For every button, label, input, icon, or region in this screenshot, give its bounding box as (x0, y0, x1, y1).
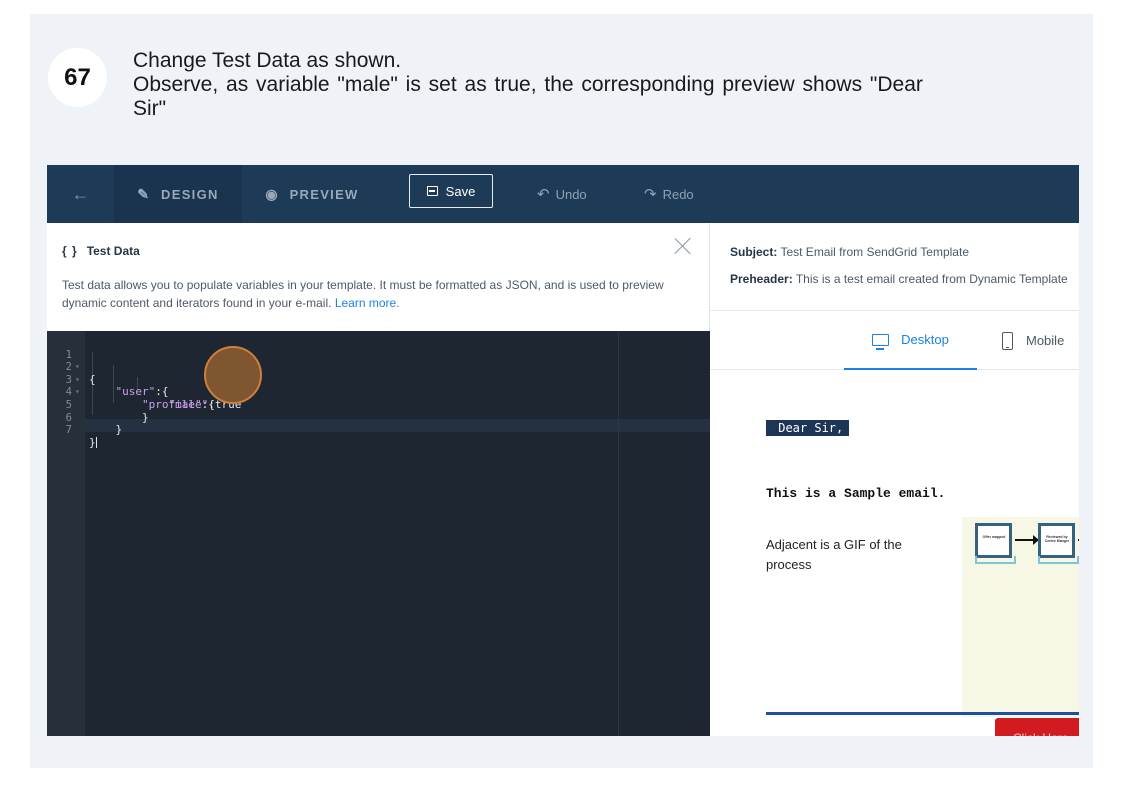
redo-button[interactable]: ↷ Redo (644, 165, 694, 223)
tab-mobile[interactable]: Mobile (1002, 311, 1064, 370)
line-number: 7 (65, 424, 72, 437)
flow-box: Offer mapped (975, 523, 1016, 564)
back-button[interactable]: ← (47, 165, 114, 223)
template-editor-app: ← ✎ DESIGN ◉ PREVIEW Save ↶ Undo ↷ Redo … (47, 165, 1079, 736)
back-arrow-icon: ← (71, 183, 90, 204)
tab-design-label: DESIGN (161, 186, 219, 202)
code-lines: 1 ▾ { 2 ▾ "user":{ 3 ▾ "profile":{ 4 "ma… (47, 336, 710, 449)
undo-icon: ↶ (537, 186, 550, 203)
subject-label: Subject: (730, 245, 778, 259)
save-icon (426, 186, 438, 196)
flow-box: Reviewed by Centre Manger (1038, 523, 1079, 564)
step-instructions: Change Test Data as shown. Observe, as v… (133, 49, 1078, 121)
phone-icon (1002, 331, 1013, 350)
code-line: 6 } (47, 399, 710, 436)
undo-label: Undo (555, 186, 587, 202)
code-line: 2 ▾ "user":{ (47, 349, 710, 398)
flow-arrow-icon (1078, 539, 1079, 541)
greeting-text: Dear Sir, (766, 420, 850, 436)
test-data-header: { } Test Data Test data allows you to pop… (47, 223, 710, 331)
email-preview-body: Dear Sir, This is a Sample email. Adjace… (710, 371, 1079, 736)
preview-device-tabs: Desktop Mobile (710, 310, 1079, 370)
test-data-title: { } Test Data (62, 244, 140, 258)
tab-desktop[interactable]: Desktop (844, 311, 977, 370)
text-cursor (95, 437, 97, 449)
monitor-icon (872, 333, 890, 350)
test-data-panel: { } Test Data Test data allows you to pop… (47, 223, 710, 736)
learn-more-link[interactable]: Learn more. (335, 296, 400, 310)
process-gif-image: Offer mapped Reviewed by Centre Manger (962, 517, 1079, 717)
save-button[interactable]: Save (409, 174, 493, 208)
preheader-value: This is a test email created from Dynami… (795, 272, 1068, 286)
step-instruction-line: Sir" (133, 97, 167, 120)
flow-box-label: Offer mapped (982, 535, 1006, 539)
editor-toolbar: ← ✎ DESIGN ◉ PREVIEW Save ↶ Undo ↷ Redo (47, 165, 1079, 223)
test-data-description: Test data allows you to populate variabl… (62, 276, 702, 312)
code-line: 4 "male":true (47, 374, 710, 410)
undo-button[interactable]: ↶ Undo (537, 165, 587, 223)
eye-icon: ◉ (265, 185, 278, 202)
step-number-badge: 67 (48, 48, 107, 107)
code-line: 3 ▾ "profile":{ (47, 361, 710, 411)
save-button-label: Save (445, 183, 476, 199)
code-line: 1 ▾ { (47, 336, 710, 386)
step-instruction-line: Observe, as variable "male" is set as tr… (133, 73, 923, 96)
flow-arrow-icon (1015, 535, 1039, 545)
code-text: } (89, 435, 97, 450)
tab-preview[interactable]: ◉ PREVIEW (242, 165, 382, 223)
tab-mobile-label: Mobile (1026, 333, 1065, 348)
sample-heading: This is a Sample email. (766, 486, 946, 501)
click-here-button[interactable]: Click Here (995, 718, 1079, 736)
email-preview-panel: Subject: Test Email from SendGrid Templa… (710, 223, 1079, 736)
tab-design[interactable]: ✎ DESIGN (114, 165, 242, 223)
redo-label: Redo (662, 186, 694, 202)
braces-icon: { } (62, 244, 78, 258)
code-line: 5 } (47, 386, 710, 423)
test-data-title-text: Test Data (86, 244, 140, 258)
tab-desktop-label: Desktop (901, 332, 949, 347)
json-punctuation: } (89, 435, 96, 449)
json-punctuation: } (115, 423, 123, 437)
close-icon[interactable] (674, 237, 692, 255)
preheader-line: Preheader: This is a test email created … (730, 272, 1068, 286)
json-code-editor[interactable]: 1 ▾ { 2 ▾ "user":{ 3 ▾ "profile":{ 4 "ma… (47, 331, 710, 736)
subject-value: Test Email from SendGrid Template (780, 245, 969, 259)
click-indicator (204, 346, 262, 404)
preheader-label: Preheader: (730, 272, 793, 286)
flow-box-label: Reviewed by Centre Manger (1044, 535, 1070, 543)
pencil-icon: ✎ (137, 185, 150, 202)
tab-preview-label: PREVIEW (289, 186, 359, 202)
redo-icon: ↷ (644, 186, 657, 203)
gif-caption: Adjacent is a GIF of the process (766, 537, 902, 572)
subject-line: Subject: Test Email from SendGrid Templa… (730, 245, 969, 259)
divider (766, 712, 1079, 715)
step-instruction-line: Change Test Data as shown. (133, 49, 402, 72)
code-line: 7 } (47, 412, 710, 449)
